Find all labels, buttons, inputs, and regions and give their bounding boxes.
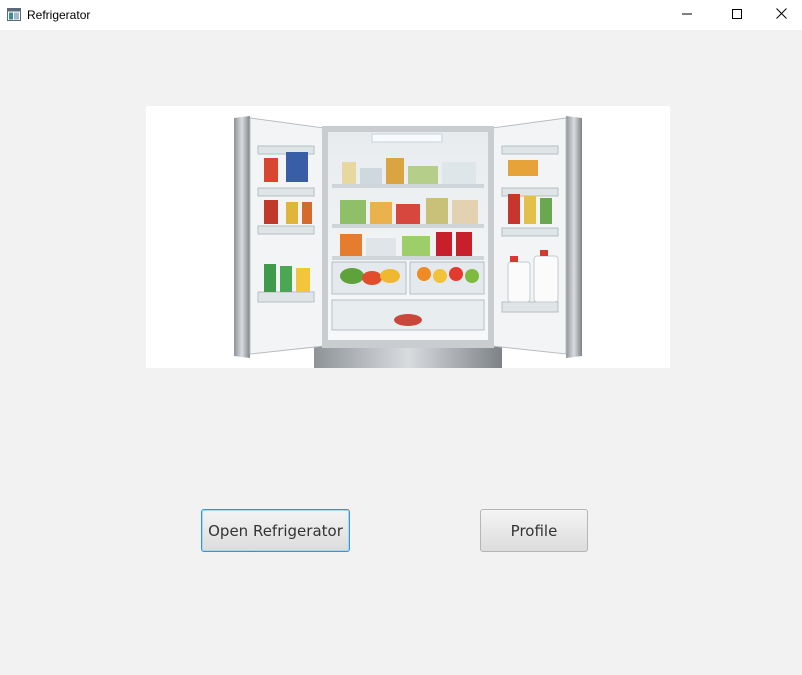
app-window-icon [7, 8, 21, 21]
maximize-icon [732, 6, 742, 24]
window-title: Refrigerator [27, 8, 91, 22]
profile-button[interactable]: Profile [480, 509, 588, 552]
minimize-button[interactable] [664, 0, 710, 30]
close-icon [775, 6, 787, 24]
close-button[interactable] [758, 0, 802, 30]
refrigerator-image [146, 106, 670, 368]
open-refrigerator-button[interactable]: Open Refrigerator [201, 509, 350, 552]
maximize-button[interactable] [714, 0, 760, 30]
minimize-icon [682, 6, 692, 24]
app-window: Refrigerator Open Refrigerator Profile [0, 0, 802, 675]
title-bar[interactable]: Refrigerator [0, 0, 802, 30]
